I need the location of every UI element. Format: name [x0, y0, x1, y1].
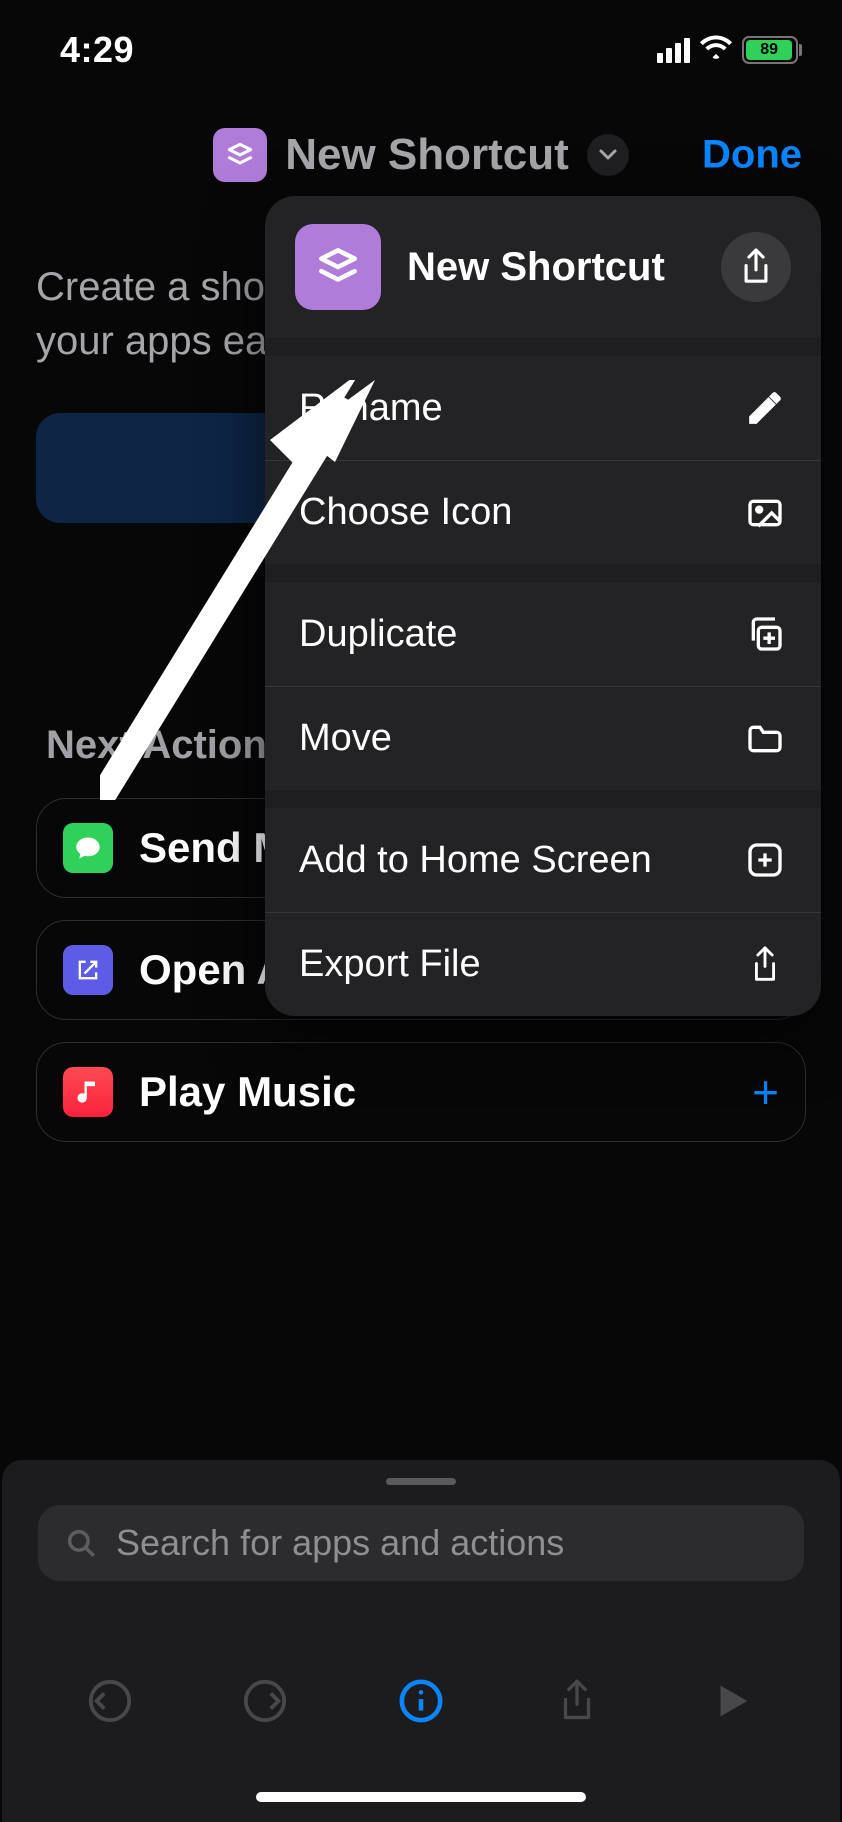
- redo-button[interactable]: [235, 1671, 295, 1731]
- share-button[interactable]: [547, 1671, 607, 1731]
- search-icon: [64, 1526, 98, 1560]
- battery-icon: 89: [742, 36, 802, 64]
- folder-icon: [743, 717, 787, 761]
- message-icon: [63, 823, 113, 873]
- status-bar: 4:29 89: [0, 0, 842, 100]
- menu-item-label: Rename: [299, 387, 443, 430]
- menu-item-choose-icon[interactable]: Choose Icon: [265, 460, 821, 564]
- menu-item-label: Add to Home Screen: [299, 839, 652, 882]
- bottom-panel: Search for apps and actions: [2, 1460, 840, 1822]
- done-button[interactable]: Done: [702, 133, 802, 178]
- nav-title-label: New Shortcut: [285, 130, 569, 180]
- menu-item-label: Move: [299, 717, 392, 760]
- context-menu-header: New Shortcut: [265, 196, 821, 338]
- duplicate-icon: [743, 612, 787, 656]
- cellular-icon: [657, 38, 690, 63]
- status-time: 4:29: [60, 29, 134, 71]
- shortcut-icon: [295, 224, 381, 310]
- menu-item-export-file[interactable]: Export File: [265, 912, 821, 1016]
- menu-item-move[interactable]: Move: [265, 686, 821, 790]
- context-menu-title: New Shortcut: [407, 245, 695, 290]
- pencil-icon: [743, 386, 787, 430]
- status-indicators: 89: [657, 35, 802, 65]
- run-button[interactable]: [702, 1671, 762, 1731]
- wifi-icon: [700, 35, 732, 65]
- drag-handle[interactable]: [386, 1478, 456, 1485]
- photo-icon: [743, 491, 787, 535]
- nav-header: New Shortcut Done: [0, 110, 842, 200]
- battery-percent: 89: [760, 41, 778, 59]
- home-indicator[interactable]: [256, 1792, 586, 1802]
- menu-item-add-home-screen[interactable]: Add to Home Screen: [265, 808, 821, 912]
- search-input[interactable]: Search for apps and actions: [38, 1505, 804, 1581]
- info-button[interactable]: [391, 1671, 451, 1731]
- undo-button[interactable]: [80, 1671, 140, 1731]
- context-menu: New Shortcut Rename Choose Icon: [265, 196, 821, 1016]
- open-app-icon: [63, 945, 113, 995]
- nav-title-button[interactable]: New Shortcut: [213, 128, 629, 182]
- suggestion-label: Play Music: [139, 1068, 726, 1116]
- plus-icon: +: [752, 1065, 779, 1119]
- toolbar: [2, 1666, 840, 1736]
- suggestion-play-music[interactable]: Play Music +: [36, 1042, 806, 1142]
- chevron-down-icon: [587, 134, 629, 176]
- menu-item-rename[interactable]: Rename: [265, 356, 821, 460]
- menu-item-duplicate[interactable]: Duplicate: [265, 582, 821, 686]
- share-button[interactable]: [721, 232, 791, 302]
- export-icon: [743, 943, 787, 987]
- menu-item-label: Choose Icon: [299, 491, 512, 534]
- music-icon: [63, 1067, 113, 1117]
- search-placeholder: Search for apps and actions: [116, 1522, 564, 1564]
- menu-item-label: Duplicate: [299, 613, 457, 656]
- shortcut-icon: [213, 128, 267, 182]
- menu-item-label: Export File: [299, 943, 481, 986]
- plus-square-icon: [743, 838, 787, 882]
